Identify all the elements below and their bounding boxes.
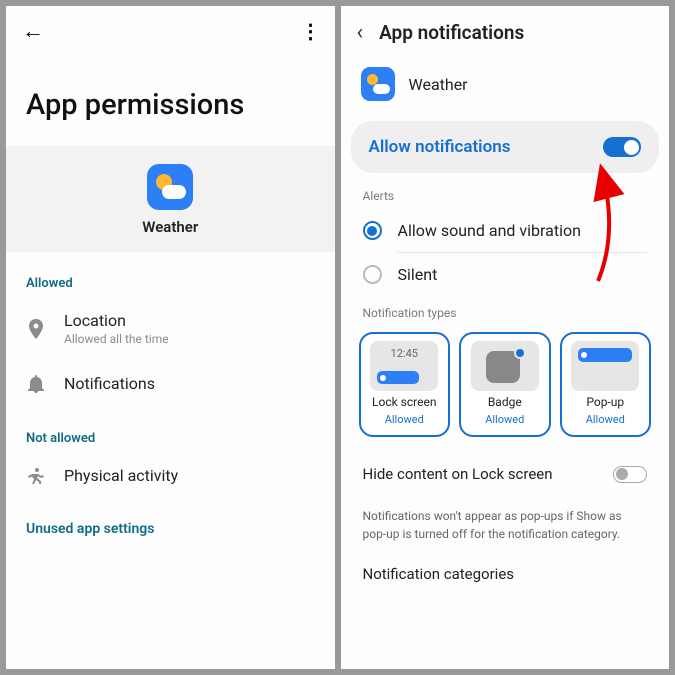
type-lock-screen[interactable]: 12:45 Lock screen Allowed	[359, 332, 451, 437]
alert-silent[interactable]: Silent	[341, 253, 670, 296]
allow-notifications-label: Allow notifications	[369, 137, 511, 157]
permission-title: Physical activity	[64, 466, 178, 485]
permission-notifications[interactable]: Notifications	[6, 360, 335, 407]
type-title: Lock screen	[372, 395, 436, 409]
alerts-label: Alerts	[341, 179, 670, 209]
app-permissions-screen: ← ⋮ App permissions Weather Allowed Loca…	[6, 6, 335, 669]
lock-bar-icon	[377, 371, 419, 384]
unused-app-settings[interactable]: Unused app settings	[6, 499, 335, 549]
app-name: Weather	[409, 75, 468, 94]
popup-bar-icon	[578, 348, 632, 362]
allow-notifications-toggle[interactable]	[603, 137, 641, 157]
alert-sound-vibration[interactable]: Allow sound and vibration	[341, 209, 670, 252]
badge-preview	[471, 341, 539, 391]
type-status: Allowed	[586, 413, 625, 426]
type-title: Badge	[488, 395, 522, 409]
back-chevron-icon[interactable]: ‹	[357, 20, 364, 45]
radio-off-icon	[363, 265, 382, 284]
lock-preview: 12:45	[370, 341, 438, 391]
app-header: Weather	[6, 146, 335, 252]
app-header-row: Weather	[341, 59, 670, 115]
permission-location[interactable]: Location Allowed all the time	[6, 297, 335, 360]
badge-dot-icon	[514, 347, 526, 359]
page-title: App notifications	[379, 21, 524, 44]
back-icon[interactable]: ←	[22, 18, 44, 44]
app-name: Weather	[142, 218, 198, 236]
radio-label: Allow sound and vibration	[398, 221, 581, 240]
popup-preview	[571, 341, 639, 391]
type-badge[interactable]: Badge Allowed	[459, 332, 551, 437]
permission-subtitle: Allowed all the time	[64, 332, 169, 346]
not-allowed-section-label: Not allowed	[6, 407, 335, 452]
permission-title: Location	[64, 311, 169, 330]
types-label: Notification types	[341, 296, 670, 326]
categories-title: Notification categories	[341, 557, 670, 583]
radio-label: Silent	[398, 265, 438, 284]
permission-title: Notifications	[64, 374, 155, 393]
type-status: Allowed	[485, 413, 524, 426]
more-icon[interactable]: ⋮	[301, 19, 319, 43]
topbar: ← ⋮	[6, 6, 335, 56]
page-title: App permissions	[6, 56, 335, 146]
type-status: Allowed	[385, 413, 424, 426]
note-text: Notifications won't appear as pop-ups if…	[341, 497, 670, 557]
hide-content-toggle[interactable]	[613, 466, 647, 483]
activity-icon	[26, 468, 46, 484]
lock-time: 12:45	[391, 347, 418, 360]
allow-notifications-row: Allow notifications	[351, 121, 660, 173]
weather-app-icon	[147, 164, 193, 210]
permission-physical-activity[interactable]: Physical activity	[6, 452, 335, 499]
notification-types-row: 12:45 Lock screen Allowed Badge Allowed …	[341, 326, 670, 451]
location-icon	[26, 319, 46, 339]
type-popup[interactable]: Pop-up Allowed	[560, 332, 652, 437]
allowed-section-label: Allowed	[6, 252, 335, 297]
weather-app-icon	[361, 67, 395, 101]
hide-content-row: Hide content on Lock screen	[341, 451, 670, 497]
hide-content-label: Hide content on Lock screen	[363, 465, 553, 483]
app-notifications-screen: ‹ App notifications Weather Allow notifi…	[341, 6, 670, 669]
bell-icon	[26, 375, 46, 393]
type-title: Pop-up	[586, 395, 624, 409]
topbar: ‹ App notifications	[341, 6, 670, 59]
radio-on-icon	[363, 221, 382, 240]
